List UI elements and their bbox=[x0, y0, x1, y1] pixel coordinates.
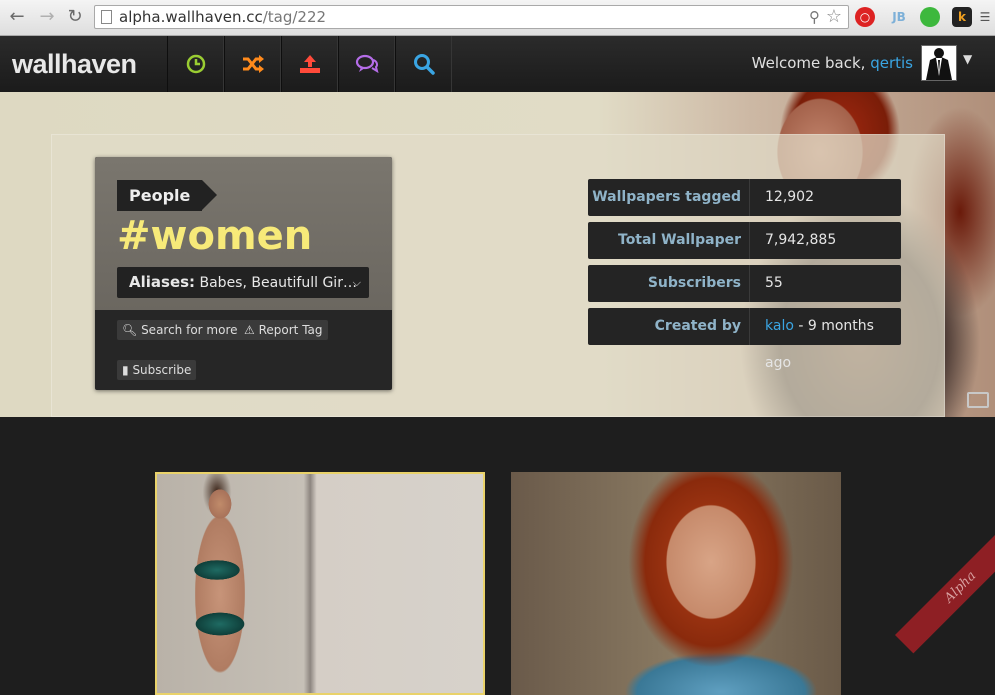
warning-icon: ⚠ bbox=[244, 323, 255, 337]
username-link[interactable]: qertis bbox=[870, 54, 913, 72]
chevron-down-icon: ⌵ bbox=[352, 276, 361, 289]
avatar[interactable] bbox=[921, 45, 957, 81]
stat-total-views: Total Wallpaper Views7,942,885 bbox=[588, 222, 901, 285]
evernote-extension-icon[interactable] bbox=[920, 7, 940, 27]
url-text: alpha.wallhaven.cc/tag/222 bbox=[119, 8, 327, 26]
search-for-more-button[interactable]: 🔍︎ Search for more bbox=[117, 320, 243, 340]
creator-link[interactable]: kalo bbox=[765, 318, 794, 334]
search-nav-button[interactable] bbox=[395, 36, 452, 92]
user-menu-chevron-down-icon[interactable]: ▼ bbox=[963, 52, 972, 66]
aliases-dropdown[interactable]: Aliases: Babes, Beautifull Gir… ⌵ bbox=[117, 267, 369, 298]
random-nav-button[interactable] bbox=[224, 36, 281, 92]
welcome-message: Welcome back, qertis bbox=[751, 54, 913, 72]
k-extension-icon[interactable]: k bbox=[952, 7, 972, 27]
zoom-icon[interactable]: ⚲ bbox=[809, 8, 820, 26]
jb-extension-icon[interactable]: JB bbox=[889, 7, 909, 27]
browser-toolbar: ← → ↻ alpha.wallhaven.cc/tag/222 ⚲ ☆ ○ J… bbox=[0, 0, 995, 36]
tag-category[interactable]: People bbox=[117, 180, 218, 211]
search-icon: 🔍︎ bbox=[122, 323, 138, 337]
wallpaper-thumbnail[interactable] bbox=[511, 472, 841, 695]
report-tag-button[interactable]: ⚠ Report Tag bbox=[239, 320, 328, 340]
tag-card-header: People #women Aliases: Babes, Beautifull… bbox=[95, 157, 392, 310]
chat-icon bbox=[355, 54, 379, 74]
site-header: wallhaven Welcome back, qertis bbox=[0, 36, 995, 93]
aliases-value: Babes, Beautifull Gir… bbox=[195, 275, 357, 291]
address-bar[interactable]: alpha.wallhaven.cc/tag/222 ⚲ ☆ bbox=[94, 5, 849, 29]
reload-icon[interactable]: ↻ bbox=[64, 6, 86, 28]
stat-wallpapers-tagged: Wallpapers tagged 12,902 bbox=[588, 179, 901, 216]
shuffle-icon bbox=[242, 55, 264, 73]
forums-nav-button[interactable] bbox=[338, 36, 395, 92]
stat-subscribers: Subscribers 55 bbox=[588, 265, 901, 302]
wallpaper-grid bbox=[0, 417, 995, 695]
forward-icon[interactable]: → bbox=[36, 6, 58, 28]
adblock-extension-icon[interactable]: ○ bbox=[855, 7, 875, 27]
wallpaper-thumbnail[interactable] bbox=[155, 472, 485, 695]
aliases-label: Aliases: bbox=[129, 273, 196, 291]
clock-icon bbox=[186, 54, 205, 74]
search-icon bbox=[413, 54, 435, 75]
thumbnail-image bbox=[165, 474, 275, 693]
bookmark-icon: ▮ bbox=[122, 363, 129, 377]
stat-created-by: Created by kalo - 9 months ago bbox=[588, 308, 901, 371]
subscribe-button[interactable]: ▮ Subscribe bbox=[117, 360, 197, 380]
back-icon[interactable]: ← bbox=[6, 6, 28, 28]
site-logo[interactable]: wallhaven bbox=[12, 49, 137, 80]
tag-name: #women bbox=[117, 213, 313, 259]
bookmark-star-icon[interactable]: ☆ bbox=[826, 6, 842, 27]
avatar-image bbox=[926, 48, 952, 80]
upload-icon bbox=[299, 55, 320, 73]
tag-card: People #women Aliases: Babes, Beautifull… bbox=[95, 157, 392, 390]
menu-icon[interactable]: ☰ bbox=[975, 7, 995, 27]
latest-nav-button[interactable] bbox=[167, 36, 224, 92]
page-icon bbox=[101, 10, 112, 24]
banner-image-icon[interactable] bbox=[967, 392, 989, 408]
upload-nav-button[interactable] bbox=[281, 36, 338, 92]
